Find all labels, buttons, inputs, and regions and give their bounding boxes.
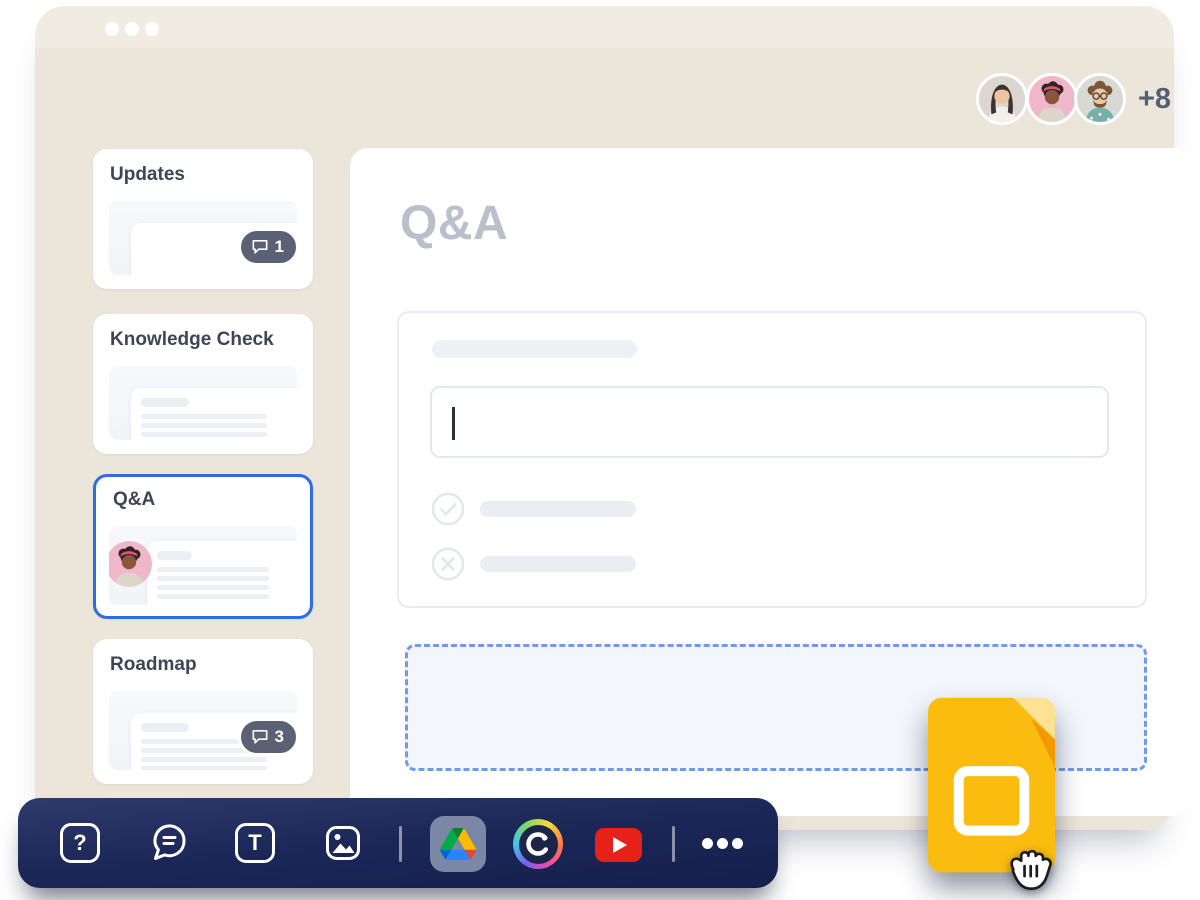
- gradient-ring-media-button[interactable]: [513, 819, 563, 869]
- card-title: Knowledge Check: [110, 329, 274, 350]
- card-title: Updates: [110, 164, 185, 185]
- text-tool-glyph: T: [248, 830, 262, 855]
- window-control-dot[interactable]: [125, 22, 139, 36]
- comment-count: 3: [274, 727, 284, 746]
- window-controls: [105, 22, 159, 36]
- skeleton-pill: [141, 398, 189, 407]
- text-tool-button[interactable]: T: [235, 823, 275, 863]
- chat-bubble-icon: [153, 824, 186, 860]
- comment-count: 1: [274, 237, 284, 256]
- skeleton-line: [141, 757, 267, 762]
- thumbnail-avatar: [109, 541, 152, 587]
- sidebar-card-updates[interactable]: Updates 1: [93, 149, 313, 289]
- dot: [717, 838, 728, 849]
- sidebar-card-roadmap[interactable]: Roadmap 3: [93, 639, 313, 784]
- grab-hand-cursor: [1000, 836, 1058, 894]
- collaborator-stack: +8: [976, 73, 1200, 125]
- skeleton-pill: [157, 551, 192, 560]
- comment-badge[interactable]: 3: [237, 718, 299, 756]
- x-circle-icon: [431, 547, 465, 581]
- window-control-dot[interactable]: [145, 22, 159, 36]
- text-cursor: [452, 407, 455, 440]
- slide-thumbnail: [109, 526, 297, 605]
- toolbar-divider: [399, 826, 402, 862]
- skeleton-question-bar: [432, 340, 637, 358]
- image-icon: [326, 826, 360, 860]
- google-drive-icon: [440, 828, 476, 860]
- skeleton-line: [141, 432, 267, 437]
- gradient-ring-inner: [518, 824, 558, 864]
- insert-toolbar: ? T: [18, 798, 778, 888]
- play-triangle-icon: [613, 837, 627, 853]
- slide-title: Q&A: [400, 197, 509, 250]
- dot: [732, 838, 743, 849]
- window-control-dot[interactable]: [105, 22, 119, 36]
- dot: [702, 838, 713, 849]
- avatar-illustration: [979, 76, 1025, 122]
- skeleton-answer-bar: [480, 501, 636, 517]
- skeleton-line: [157, 576, 269, 581]
- comment-bubble-icon: [252, 729, 267, 744]
- g-glyph-icon: [526, 832, 550, 856]
- comments-button[interactable]: [145, 819, 192, 866]
- avatar-illustration: [1029, 76, 1075, 122]
- slide-canvas: Q&A: [350, 148, 1193, 816]
- sidebar-card-knowledge-check[interactable]: Knowledge Check: [93, 314, 313, 454]
- skeleton-line: [157, 585, 269, 590]
- collaborator-overflow-count[interactable]: +8: [1138, 83, 1171, 116]
- skeleton-pill: [141, 723, 189, 732]
- comment-badge[interactable]: 1: [237, 228, 299, 266]
- youtube-button[interactable]: [595, 828, 642, 862]
- collaborator-avatar-2[interactable]: [1026, 73, 1078, 125]
- skeleton-line: [141, 766, 267, 770]
- more-options-button[interactable]: [702, 838, 743, 849]
- help-glyph: ?: [73, 830, 87, 855]
- editor-screenshot: +8 Updates 1 Knowledge Check Q&A Roadmap…: [0, 0, 1200, 900]
- question-block: [397, 311, 1147, 608]
- card-title: Roadmap: [110, 654, 197, 675]
- check-circle-icon: [431, 492, 465, 526]
- skeleton-line: [157, 567, 269, 572]
- skeleton-line: [157, 594, 269, 599]
- help-button[interactable]: ?: [60, 823, 100, 863]
- skeleton-line: [141, 414, 267, 419]
- avatar-illustration: [1077, 76, 1123, 122]
- collaborator-avatar-3[interactable]: [1074, 73, 1126, 125]
- collaborator-avatar-1[interactable]: [976, 73, 1028, 125]
- image-tool-button[interactable]: [323, 823, 363, 863]
- avatar-illustration: [109, 541, 152, 587]
- slide-thumbnail: [109, 366, 297, 440]
- thumbnail-panel: [131, 388, 297, 440]
- skeleton-line: [141, 423, 267, 428]
- sidebar-card-qa-selected[interactable]: Q&A: [93, 474, 313, 619]
- card-title: Q&A: [113, 489, 156, 510]
- thumbnail-panel: [147, 541, 297, 605]
- toolbar-divider: [672, 826, 675, 862]
- question-text-input[interactable]: [430, 386, 1109, 458]
- google-drive-button[interactable]: [430, 816, 486, 872]
- comment-bubble-icon: [252, 239, 267, 254]
- skeleton-answer-bar: [480, 556, 636, 572]
